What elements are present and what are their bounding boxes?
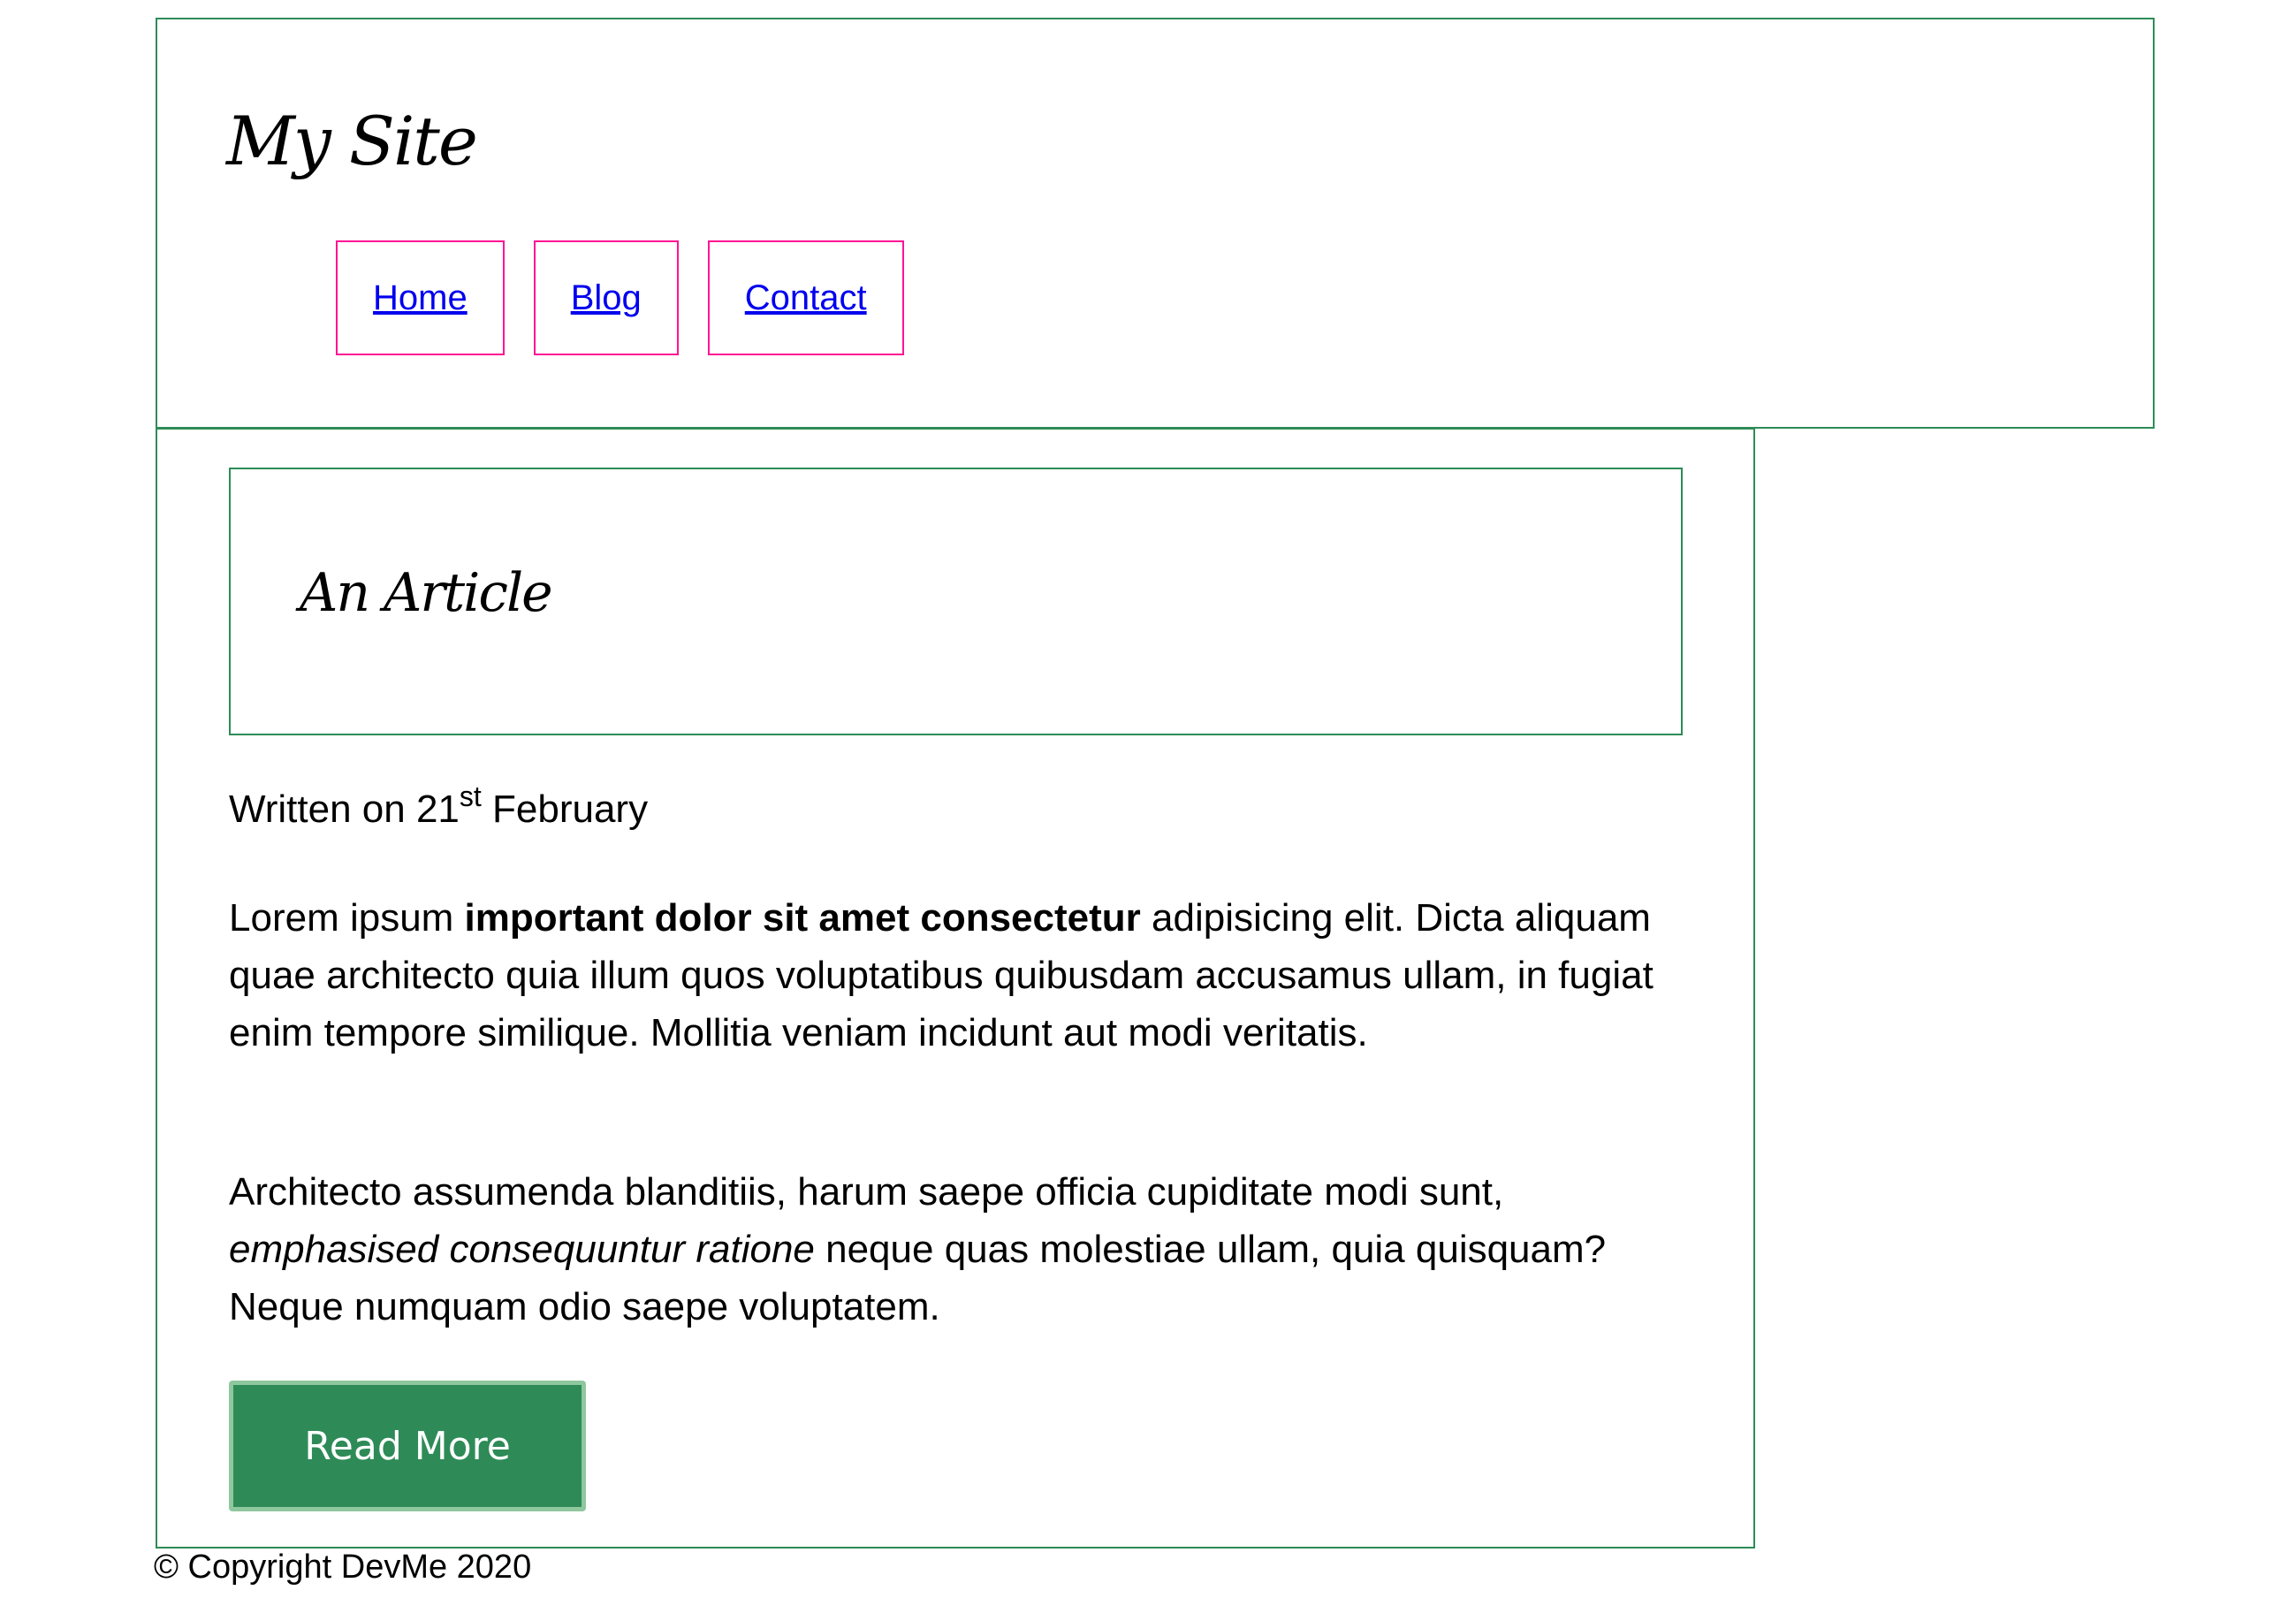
date-month: February xyxy=(481,788,649,831)
date-ordinal: st xyxy=(459,780,482,812)
nav-link-contact[interactable]: Contact xyxy=(745,278,867,318)
article-header: An Article xyxy=(229,468,1683,735)
footer-copyright: © Copyright DevMe 2020 xyxy=(154,1549,532,1586)
article-container: An Article Written on 21st February Lore… xyxy=(156,428,1755,1549)
site-title: My Site xyxy=(226,102,478,180)
article-title: An Article xyxy=(300,562,553,624)
paragraph-1-bold: important dolor sit amet consectetur xyxy=(464,896,1141,940)
paragraph-2-text-a: Architecto assumenda blanditiis, harum s… xyxy=(229,1170,1504,1214)
nav-link-home[interactable]: Home xyxy=(373,278,468,318)
nav-item-home[interactable]: Home xyxy=(336,240,505,355)
paragraph-2-italic: emphasised consequuntur ratione xyxy=(229,1228,815,1271)
article-date: Written on 21st February xyxy=(229,780,649,836)
nav-item-contact[interactable]: Contact xyxy=(707,240,904,355)
nav-link-blog[interactable]: Blog xyxy=(571,278,642,318)
date-prefix: Written on 21 xyxy=(229,788,460,831)
main-nav: Home Blog Contact xyxy=(336,240,904,355)
read-more-button[interactable]: Read More xyxy=(229,1381,586,1511)
site-header: My Site Home Blog Contact xyxy=(156,18,2155,429)
nav-item-blog[interactable]: Blog xyxy=(533,240,679,355)
article-paragraph-1: Lorem ipsum important dolor sit amet con… xyxy=(229,889,1696,1062)
article-paragraph-2: Architecto assumenda blanditiis, harum s… xyxy=(229,1163,1696,1335)
paragraph-1-text-a: Lorem ipsum xyxy=(229,896,465,940)
